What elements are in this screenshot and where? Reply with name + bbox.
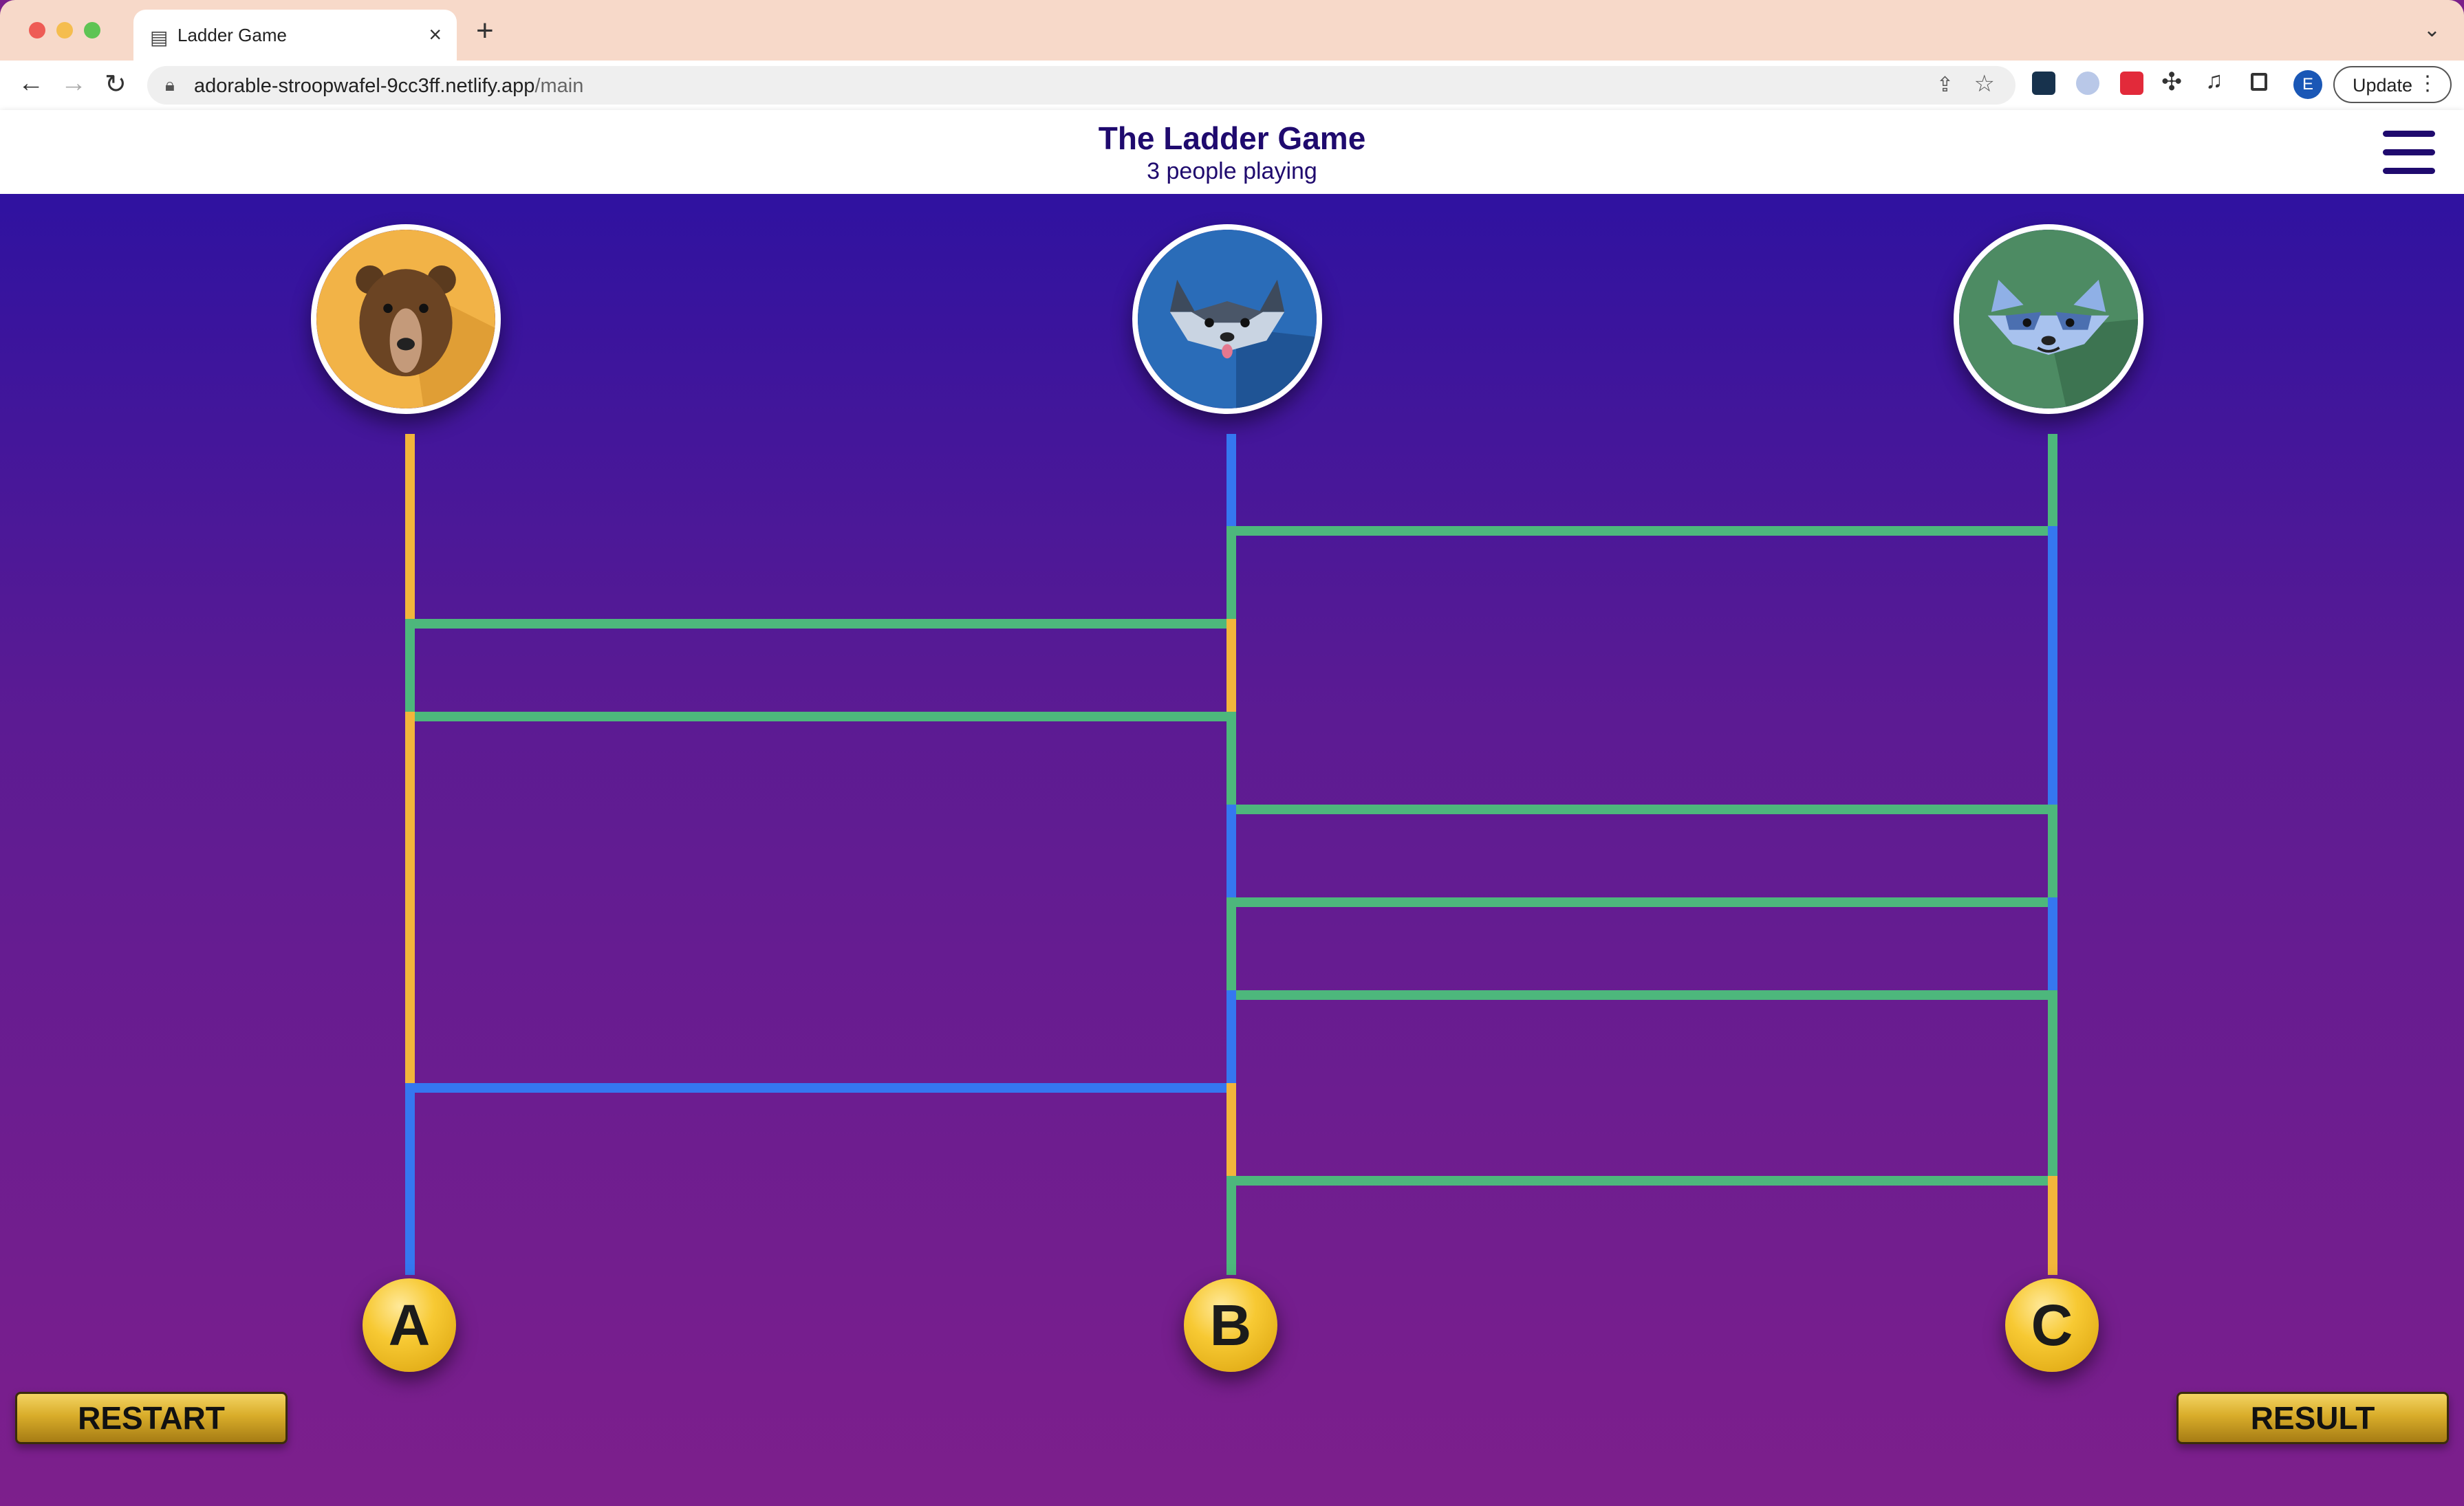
reload-button[interactable]: ↻ <box>105 69 127 100</box>
url-host: adorable-stroopwafel-9cc3ff.netlify.app <box>194 75 535 97</box>
restart-button[interactable]: RESTART <box>15 1392 288 1444</box>
video-extension-icon[interactable] <box>2120 72 2143 95</box>
share-icon[interactable]: ⇪ <box>1936 73 1954 97</box>
url-path: /main <box>534 75 584 97</box>
menu-bar <box>2383 149 2435 155</box>
profile-avatar[interactable]: E <box>2293 70 2322 99</box>
update-button[interactable]: Update ⋮ <box>2333 66 2452 103</box>
app-header: The Ladder Game 3 people playing <box>0 110 2464 194</box>
browser-chrome: ▤ Ladder Game × + ⌄ ← → ↻ 🔒︎ adorable-st… <box>0 0 2464 111</box>
chevron-down-icon[interactable]: ⌄ <box>2423 18 2441 42</box>
close-window-button[interactable] <box>29 22 45 39</box>
tab-strip: ▤ Ladder Game × + ⌄ <box>0 0 2464 61</box>
ladder-rails <box>405 434 2057 1275</box>
menu-bar <box>2383 131 2435 137</box>
result-badge-b: B <box>1184 1278 1277 1372</box>
extensions-puzzle-icon[interactable]: ✣ <box>2161 67 2182 96</box>
document-icon: ▤ <box>150 27 169 48</box>
url-text: adorable-stroopwafel-9cc3ff.netlify.app/… <box>194 75 583 98</box>
extension-icon[interactable] <box>2076 72 2099 95</box>
result-badge-c: C <box>2005 1278 2099 1372</box>
side-panel-icon[interactable] <box>2251 73 2267 91</box>
tab-ladder-game[interactable]: ▤ Ladder Game × <box>133 10 457 61</box>
more-vertical-icon: ⋮ <box>2417 72 2438 95</box>
lock-icon: 🔒︎ <box>165 74 175 95</box>
address-bar[interactable]: 🔒︎ adorable-stroopwafel-9cc3ff.netlify.a… <box>147 66 2015 105</box>
result-badge-a: A <box>363 1278 456 1372</box>
hamburger-menu-button[interactable] <box>2383 129 2435 175</box>
game-area: A B C RESTART RESULT <box>0 194 2464 1506</box>
menu-bar <box>2383 168 2435 174</box>
react-devtools-extension-icon[interactable] <box>2032 72 2055 95</box>
new-tab-button[interactable]: + <box>476 14 494 48</box>
page-title: The Ladder Game <box>1098 120 1366 156</box>
result-button[interactable]: RESULT <box>2176 1392 2449 1444</box>
minimize-window-button[interactable] <box>56 22 73 39</box>
media-control-icon[interactable]: ♫ <box>2205 67 2223 94</box>
close-tab-icon[interactable]: × <box>429 22 442 47</box>
players-count: 3 people playing <box>1147 158 1317 184</box>
update-label: Update <box>2353 75 2413 96</box>
bookmark-star-icon[interactable]: ☆ <box>1974 70 1995 98</box>
forward-button[interactable]: → <box>61 69 87 98</box>
back-button[interactable]: ← <box>18 69 44 98</box>
browser-toolbar: ← → ↻ 🔒︎ adorable-stroopwafel-9cc3ff.net… <box>0 61 2464 111</box>
maximize-window-button[interactable] <box>84 22 100 39</box>
tab-title: Ladder Game <box>177 25 287 45</box>
